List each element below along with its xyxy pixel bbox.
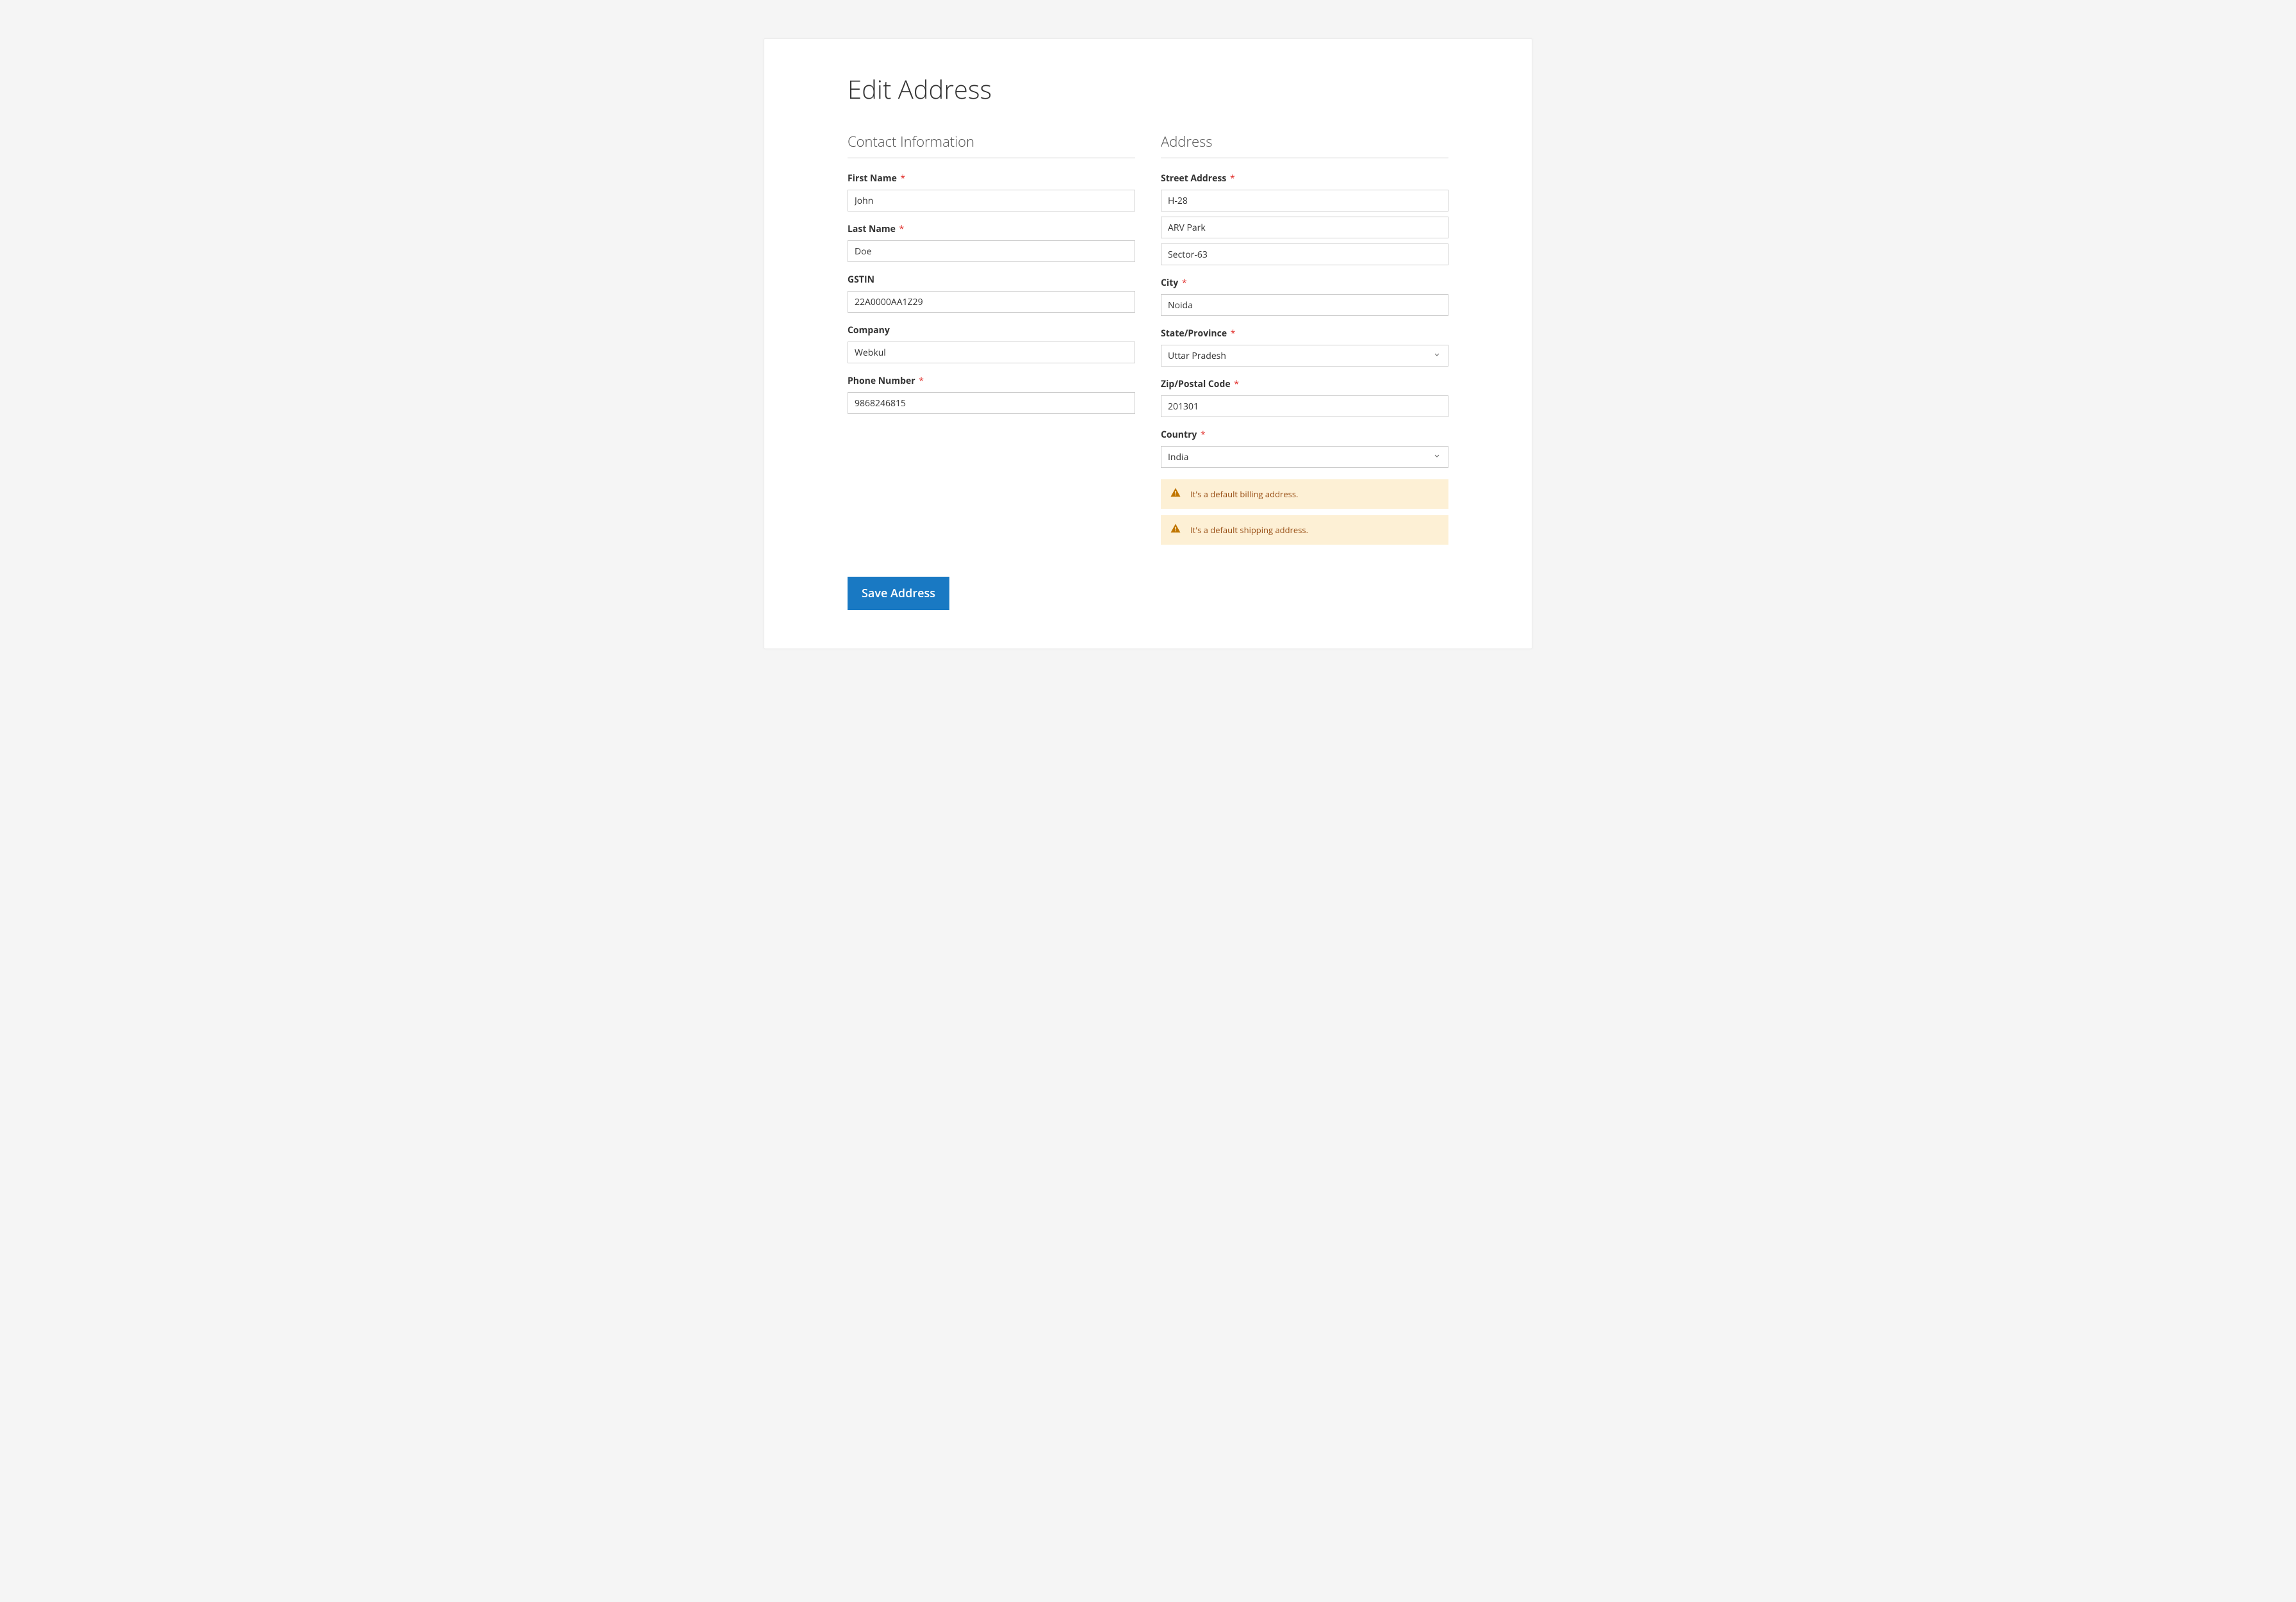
- country-field: Country * India: [1161, 429, 1448, 468]
- zip-input[interactable]: [1161, 395, 1448, 417]
- company-field: Company: [848, 324, 1135, 363]
- last-name-input[interactable]: [848, 240, 1135, 262]
- state-label-text: State/Province: [1161, 327, 1227, 340]
- phone-label: Phone Number *: [848, 375, 1135, 387]
- state-field: State/Province * Uttar Pradesh: [1161, 327, 1448, 367]
- first-name-label-text: First Name: [848, 172, 897, 185]
- gstin-label: GSTIN: [848, 274, 1135, 286]
- street-address-field: Street Address *: [1161, 172, 1448, 265]
- required-mark: *: [1230, 172, 1235, 185]
- save-address-button[interactable]: Save Address: [848, 577, 949, 610]
- first-name-input[interactable]: [848, 190, 1135, 211]
- country-label: Country *: [1161, 429, 1448, 441]
- required-mark: *: [900, 172, 905, 185]
- warning-icon: [1170, 487, 1181, 501]
- required-mark: *: [919, 375, 924, 387]
- required-mark: *: [1231, 327, 1236, 340]
- form-actions: Save Address: [848, 577, 1448, 610]
- zip-label-text: Zip/Postal Code: [1161, 378, 1231, 390]
- city-label: City *: [1161, 277, 1448, 289]
- last-name-label: Last Name *: [848, 223, 1135, 235]
- city-input[interactable]: [1161, 294, 1448, 316]
- street-address-label: Street Address *: [1161, 172, 1448, 185]
- contact-information-legend: Contact Information: [848, 132, 1135, 158]
- country-label-text: Country: [1161, 429, 1197, 441]
- state-select-wrap: Uttar Pradesh: [1161, 345, 1448, 367]
- address-legend: Address: [1161, 132, 1448, 158]
- last-name-label-text: Last Name: [848, 223, 896, 235]
- street-address-line-2-input[interactable]: [1161, 217, 1448, 238]
- street-address-line-3-input[interactable]: [1161, 244, 1448, 265]
- phone-label-text: Phone Number: [848, 375, 915, 387]
- gstin-field: GSTIN: [848, 274, 1135, 313]
- required-mark: *: [1201, 429, 1206, 441]
- country-select[interactable]: India: [1161, 446, 1448, 468]
- required-mark: *: [899, 223, 905, 235]
- contact-information-column: Contact Information First Name * Last Na…: [848, 132, 1135, 551]
- phone-input[interactable]: [848, 392, 1135, 414]
- gstin-input[interactable]: [848, 291, 1135, 313]
- required-mark: *: [1182, 277, 1187, 289]
- warning-icon: [1170, 523, 1181, 537]
- state-label: State/Province *: [1161, 327, 1448, 340]
- company-input[interactable]: [848, 342, 1135, 363]
- state-select[interactable]: Uttar Pradesh: [1161, 345, 1448, 367]
- address-column: Address Street Address * City *: [1161, 132, 1448, 551]
- default-billing-notice: It's a default billing address.: [1161, 479, 1448, 509]
- city-field: City *: [1161, 277, 1448, 316]
- first-name-label: First Name *: [848, 172, 1135, 185]
- form-columns: Contact Information First Name * Last Na…: [848, 132, 1448, 551]
- required-mark: *: [1234, 378, 1239, 390]
- edit-address-card: Edit Address Contact Information First N…: [764, 38, 1532, 649]
- street-address-line-1-input[interactable]: [1161, 190, 1448, 211]
- zip-field: Zip/Postal Code *: [1161, 378, 1448, 417]
- default-shipping-notice-text: It's a default shipping address.: [1190, 524, 1308, 536]
- phone-field: Phone Number *: [848, 375, 1135, 414]
- page-title: Edit Address: [848, 71, 1448, 106]
- city-label-text: City: [1161, 277, 1178, 289]
- default-billing-notice-text: It's a default billing address.: [1190, 488, 1298, 500]
- first-name-field: First Name *: [848, 172, 1135, 211]
- default-shipping-notice: It's a default shipping address.: [1161, 515, 1448, 545]
- company-label: Company: [848, 324, 1135, 336]
- country-select-wrap: India: [1161, 446, 1448, 468]
- zip-label: Zip/Postal Code *: [1161, 378, 1448, 390]
- street-address-label-text: Street Address: [1161, 172, 1226, 185]
- last-name-field: Last Name *: [848, 223, 1135, 262]
